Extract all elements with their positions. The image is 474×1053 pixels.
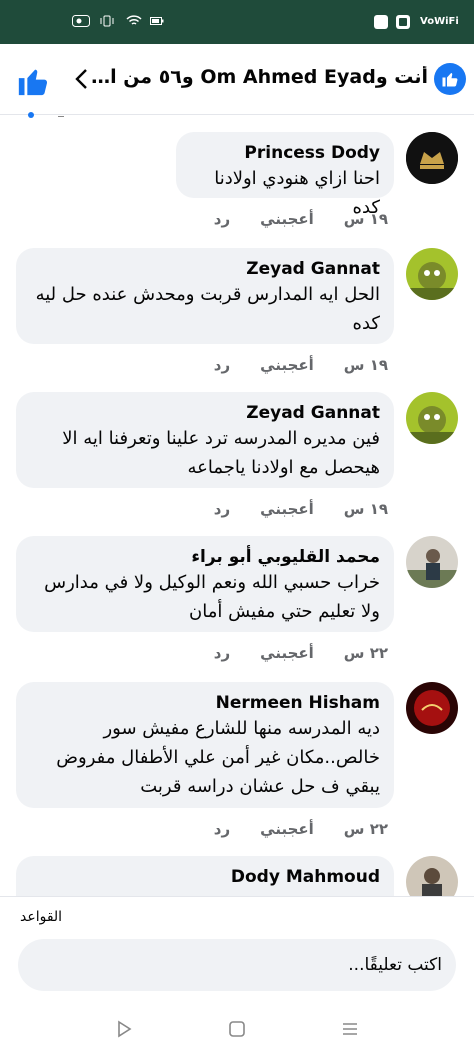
scroll-indicator — [28, 112, 34, 118]
comment-actions: ١٩ س أعجبني رد — [214, 356, 388, 374]
recents-nav-icon[interactable] — [338, 1017, 362, 1041]
like-reaction-icon — [434, 63, 466, 95]
sheet-header: أنت وOm Ahmed Eyad و٥٦ من الأشخ... — [0, 44, 474, 114]
comment-actions: ٢٢ س أعجبني رد — [214, 820, 388, 838]
avatar[interactable] — [406, 132, 458, 184]
reactions-sheet: أنت وOm Ahmed Eyad و٥٦ من الأشخ... Princ… — [0, 44, 474, 1053]
like-button[interactable]: أعجبني — [260, 500, 314, 518]
comment-time: ١٩ س — [343, 500, 388, 518]
comment-text: الحل ايه المدارس قربت ومحدش عنده حل ليه … — [35, 284, 380, 334]
avatar[interactable] — [406, 392, 458, 444]
app-notification-icon — [374, 15, 388, 32]
reply-button[interactable]: رد — [214, 820, 230, 838]
reply-button[interactable]: رد — [214, 210, 230, 228]
like-button[interactable]: أعجبني — [260, 356, 314, 374]
comment-author[interactable]: Zeyad Gannat — [30, 402, 380, 424]
comment-text: خراب حسبي الله ونعم الوكيل ولا في مدارس … — [44, 572, 380, 622]
camera-icon — [72, 15, 90, 30]
comment-author[interactable]: Nermeen Hisham — [30, 692, 380, 714]
comment-time: ٢٢ س — [343, 820, 388, 838]
reactions-title: أنت وOm Ahmed Eyad و٥٦ من الأشخ... — [88, 66, 428, 88]
comment-actions: ١٩ س أعجبني رد — [214, 500, 388, 518]
comment-text: فين مديره المدرسه ترد علينا وتعرفنا ايه … — [62, 428, 380, 478]
like-button[interactable]: أعجبني — [260, 210, 314, 228]
comment-composer: القواعد اكتب تعليقًا... — [0, 896, 474, 1053]
wifi-icon — [126, 15, 142, 30]
reply-button[interactable]: رد — [214, 500, 230, 518]
app-notification-icon — [396, 15, 410, 32]
comment-time: ٢٢ س — [343, 644, 388, 662]
home-nav-icon[interactable] — [225, 1017, 249, 1041]
comment-bubble[interactable]: Zeyad Gannat الحل ايه المدارس قربت ومحدش… — [16, 248, 394, 344]
scroll-indicator — [58, 116, 64, 117]
comment-input[interactable]: اكتب تعليقًا... — [18, 939, 456, 991]
system-nav-bar — [0, 1009, 474, 1053]
vibrate-icon — [100, 15, 114, 30]
chevron-left-icon[interactable] — [66, 64, 96, 94]
reply-button[interactable]: رد — [214, 356, 230, 374]
comment-actions: ١٩ س أعجبني رد — [214, 210, 388, 228]
comment-author[interactable]: Zeyad Gannat — [30, 258, 380, 280]
comment-author[interactable]: محمد القليوبي أبو براء — [30, 546, 380, 568]
rules-label[interactable]: القواعد — [20, 909, 62, 925]
comment-bubble[interactable]: Zeyad Gannat فين مديره المدرسه ترد علينا… — [16, 392, 394, 488]
comment-actions: ٢٢ س أعجبني رد — [214, 644, 388, 662]
thumbs-up-icon[interactable] — [16, 64, 50, 98]
avatar[interactable] — [406, 248, 458, 300]
status-bar: VoWiFi — [0, 0, 474, 44]
header-divider — [0, 114, 474, 115]
like-button[interactable]: أعجبني — [260, 644, 314, 662]
comment-author[interactable]: Dody Mahmoud — [30, 866, 380, 888]
reply-button[interactable]: رد — [214, 644, 230, 662]
comment-author[interactable]: Princess Dody — [190, 142, 380, 164]
vowifi-label: VoWiFi — [420, 16, 459, 27]
comment-time: ١٩ س — [343, 210, 388, 228]
avatar[interactable] — [406, 536, 458, 588]
battery-icon — [150, 15, 164, 30]
avatar[interactable] — [406, 682, 458, 734]
comment-time: ١٩ س — [343, 356, 388, 374]
back-nav-icon[interactable] — [112, 1017, 136, 1041]
like-button[interactable]: أعجبني — [260, 820, 314, 838]
comment-text: ديه المدرسه منها للشارع مفيش سور خالص..م… — [56, 718, 380, 797]
comment-bubble[interactable]: محمد القليوبي أبو براء خراب حسبي الله ون… — [16, 536, 394, 632]
comment-bubble[interactable]: Nermeen Hisham ديه المدرسه منها للشارع م… — [16, 682, 394, 808]
comment-bubble[interactable]: Princess Dody احنا ازاي هنودي اولادنا كد… — [176, 132, 394, 218]
